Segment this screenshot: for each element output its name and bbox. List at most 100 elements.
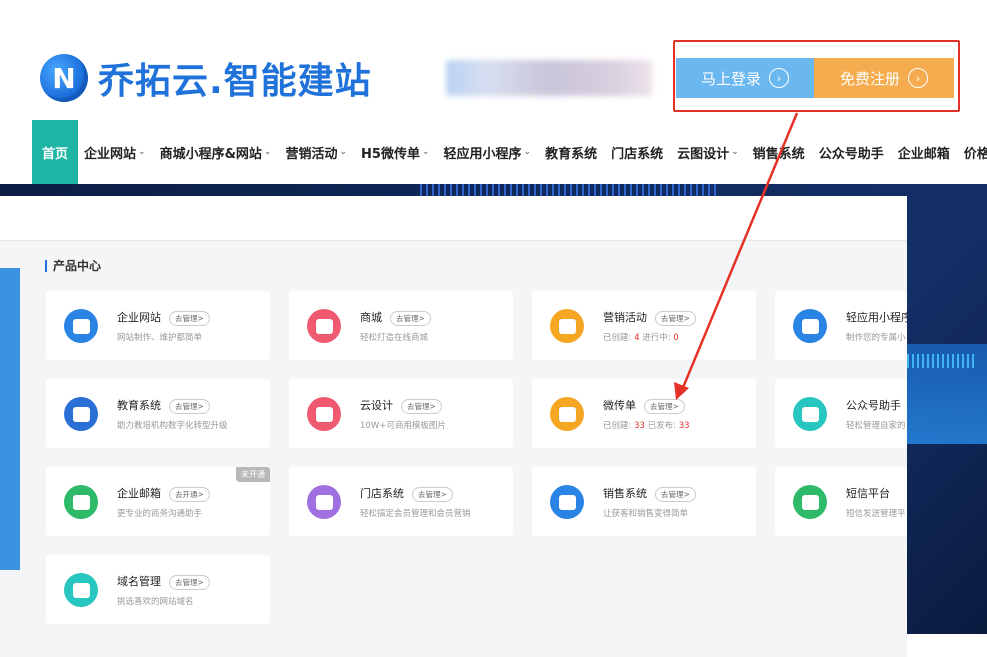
brand-logo[interactable]: N 乔拓云.智能建站	[40, 52, 372, 104]
card-title: 营销活动 去管理>	[603, 309, 696, 326]
card-title: 云设计 去管理>	[360, 397, 442, 414]
card-title: 轻应用小程序	[846, 311, 907, 324]
card-title: 商城 去管理>	[360, 309, 431, 326]
nav-item-label: 商城小程序&网站	[159, 146, 262, 162]
nav-item-label: 公众号助手	[818, 146, 884, 162]
nav-item-9[interactable]: 销售系统	[747, 120, 813, 184]
manage-button[interactable]: 去开通>	[169, 486, 210, 502]
product-card[interactable]: 门店系统 去管理> 轻松搞定会员管理和会员营销	[289, 467, 513, 536]
wechat-icon	[793, 397, 827, 431]
chevron-down-icon: ⌄	[731, 147, 739, 157]
product-card[interactable]: 短信平台 短信发送管理平	[775, 467, 907, 536]
nav-item-7[interactable]: 门店系统	[605, 120, 671, 184]
logo-mark-icon: N	[40, 54, 88, 102]
card-title: 销售系统 去管理>	[603, 485, 696, 502]
login-button[interactable]: 马上登录 ›	[676, 58, 814, 98]
section-title: 产品中心	[45, 257, 101, 274]
nav-item-1[interactable]: 企业网站 ⌄	[78, 120, 154, 184]
card-subtitle: 轻松搞定会员管理和会员营销	[360, 509, 471, 519]
manage-button[interactable]: 去管理>	[169, 574, 210, 590]
manage-button[interactable]: 去管理>	[401, 398, 442, 414]
gift-icon	[550, 309, 584, 343]
product-card[interactable]: 云设计 去管理> 10W+可商用模板图片	[289, 379, 513, 448]
nav-item-2[interactable]: 商城小程序&网站 ⌄	[154, 120, 280, 184]
brand-name: 乔拓云.智能建站	[98, 61, 372, 102]
shop-icon	[307, 309, 341, 343]
nav-item-0[interactable]: 首页	[32, 120, 79, 184]
card-title: 短信平台	[846, 487, 890, 500]
manage-button[interactable]: 去管理>	[390, 310, 431, 326]
product-card[interactable]: 微传单 去管理> 已创建: 33 已发布: 33	[532, 379, 756, 448]
nav-item-6[interactable]: 教育系统	[539, 120, 605, 184]
card-title: 企业邮箱 去开通>	[117, 485, 210, 502]
list-icon	[550, 485, 584, 519]
nav-item-label: 销售系统	[752, 146, 805, 162]
card-subtitle: 制作您的专属小	[846, 333, 906, 343]
nav-item-label: 教育系统	[545, 146, 598, 162]
nav-item-12[interactable]: 价格中心	[958, 120, 987, 184]
manage-button[interactable]: 去管理>	[169, 310, 210, 326]
manage-button[interactable]: 去管理>	[655, 486, 696, 502]
card-subtitle: 让获客和销售变得简单	[603, 509, 689, 519]
product-card[interactable]: 销售系统 去管理> 让获客和销售变得简单	[532, 467, 756, 536]
card-title: 公众号助手	[846, 399, 901, 412]
nav-item-10[interactable]: 公众号助手	[813, 120, 892, 184]
nav-item-11[interactable]: 企业邮箱	[892, 120, 958, 184]
manage-button[interactable]: 去管理>	[412, 486, 453, 502]
product-card[interactable]: 轻应用小程序 制作您的专属小	[775, 291, 907, 360]
education-icon	[64, 397, 98, 431]
card-title: 企业网站 去管理>	[117, 309, 210, 326]
nav-item-label: 轻应用小程序	[443, 146, 522, 162]
nav-item-8[interactable]: 云图设计 ⌄	[671, 120, 747, 184]
manage-button[interactable]: 去管理>	[655, 310, 696, 326]
nav-item-3[interactable]: 营销活动 ⌄	[279, 120, 355, 184]
card-subtitle: 10W+可商用模板图片	[360, 421, 446, 431]
nav-item-4[interactable]: H5微传单 ⌄	[355, 120, 437, 184]
domain-icon	[64, 573, 98, 607]
product-card[interactable]: 域名管理 去管理> 挑选喜欢的网站域名	[46, 555, 270, 624]
nav-item-label: 价格中心	[963, 146, 987, 162]
card-subtitle: 更专业的商务沟通助手	[117, 509, 203, 519]
card-subtitle: 轻松打造在线商城	[360, 333, 429, 343]
manage-button[interactable]: 去管理>	[169, 398, 210, 414]
chevron-down-icon: ⌄	[523, 147, 532, 157]
card-title: 微传单 去管理>	[603, 397, 685, 414]
nav-item-label: 门店系统	[611, 146, 664, 162]
arrow-circle-icon: ›	[769, 68, 789, 88]
status-badge: 未开通	[236, 467, 270, 482]
card-title: 域名管理 去管理>	[117, 573, 210, 590]
nav-item-5[interactable]: 轻应用小程序 ⌄	[438, 120, 540, 184]
card-title: 门店系统 去管理>	[360, 485, 453, 502]
product-card[interactable]: 商城 去管理> 轻松打造在线商城	[289, 291, 513, 360]
product-card[interactable]: 公众号助手轻松管理自家的	[775, 379, 907, 448]
product-card[interactable]: 企业网站 去管理> 网站制作、维护都简单	[46, 291, 270, 360]
left-side-strip	[0, 268, 20, 570]
store-icon	[307, 485, 341, 519]
chevron-down-icon: ⌄	[263, 147, 272, 157]
card-subtitle: 已创建: 33 已发布: 33	[603, 421, 690, 431]
sms-icon	[793, 485, 827, 519]
card-subtitle: 轻松管理自家的	[846, 421, 906, 431]
design-icon	[307, 397, 341, 431]
card-title: 教育系统 去管理>	[117, 397, 210, 414]
product-card[interactable]: 企业邮箱 去开通> 更专业的商务沟通助手 未开通	[46, 467, 270, 536]
nav-item-label: 企业邮箱	[897, 146, 950, 162]
nav-item-label: 首页	[42, 146, 69, 162]
product-card[interactable]: 营销活动 去管理> 已创建: 4 进行中: 0	[532, 291, 756, 360]
nav-item-label: 云图设计	[677, 146, 730, 162]
card-subtitle: 网站制作、维护都简单	[117, 333, 203, 343]
login-label: 马上登录	[700, 69, 761, 88]
arrow-circle-icon: ›	[908, 68, 928, 88]
website-icon	[64, 309, 98, 343]
manage-button[interactable]: 去管理>	[644, 398, 685, 414]
nav-item-label: 企业网站	[84, 146, 137, 162]
card-subtitle: 挑选喜欢的网站域名	[117, 597, 194, 607]
panel-top-bar	[0, 196, 907, 241]
main-nav: 首页 企业网站 ⌄ 商城小程序&网站 ⌄ 营销活动 ⌄ H5微传单 ⌄ 轻应用小程序 ⌄ 教育系统 门店…	[32, 120, 987, 184]
register-button[interactable]: 免费注册 ›	[814, 58, 954, 98]
product-card[interactable]: 教育系统 去管理> 助力教培机构数字化转型升级	[46, 379, 270, 448]
chevron-down-icon: ⌄	[421, 147, 430, 157]
chevron-down-icon: ⌄	[138, 147, 146, 157]
card-subtitle: 助力教培机构数字化转型升级	[117, 421, 228, 431]
blurred-search-bar	[446, 60, 652, 96]
